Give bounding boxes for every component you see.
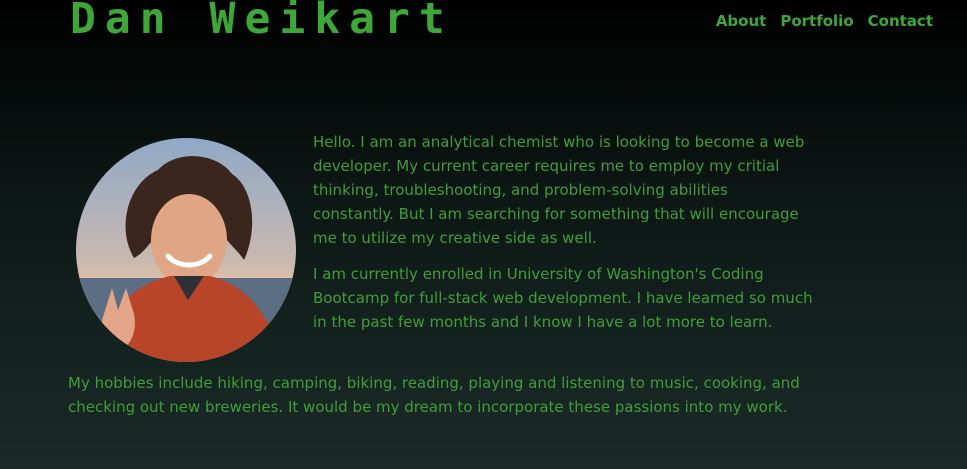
- bio-paragraph-intro: Hello. I am an analytical chemist who is…: [313, 133, 805, 247]
- nav-about-link[interactable]: About: [716, 11, 767, 31]
- site-title: Dan Weikart: [70, 0, 454, 44]
- bio-text: Hello. I am an analytical chemist who is…: [313, 130, 813, 346]
- nav-portfolio-link[interactable]: Portfolio: [780, 11, 853, 31]
- hobbies-paragraph: My hobbies include hiking, camping, biki…: [68, 374, 800, 416]
- main-nav: About Portfolio Contact: [716, 11, 933, 31]
- nav-contact-link[interactable]: Contact: [868, 11, 933, 31]
- bio-paragraph-bootcamp: I am currently enrolled in University of…: [313, 265, 813, 331]
- profile-photo: [76, 138, 296, 362]
